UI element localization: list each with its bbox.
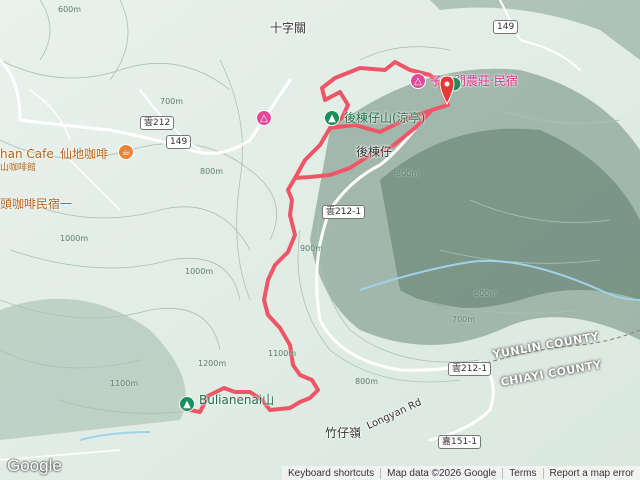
bed-icon[interactable]: △: [256, 110, 272, 126]
route-shield: 雲212-1: [448, 362, 492, 376]
terms-link[interactable]: Terms: [502, 467, 542, 479]
contour-label: 1100m: [110, 379, 139, 388]
contour-label: 1100m: [268, 349, 297, 358]
poi-label-cafe-en[interactable]: han Cafe: [0, 148, 54, 160]
google-logo: Google: [7, 456, 62, 475]
attribution-bar: Keyboard shortcuts Map data ©2026 Google…: [281, 466, 640, 480]
tree-icon[interactable]: ▲: [179, 396, 195, 412]
map-canvas[interactable]: 600m 700m 800m 800m 900m 1000m 1000m 110…: [0, 0, 640, 480]
contour-label: 600m: [58, 5, 82, 14]
poi-label-farm-stay[interactable]: 子休閒農莊‧民宿: [430, 75, 518, 87]
contour-label: 700m: [452, 315, 476, 324]
place-label-hou-dong[interactable]: 後棟仔: [356, 146, 392, 158]
poi-label-peak[interactable]: 後棟仔山(涼亭): [344, 112, 425, 124]
map-data-text: Map data ©2026 Google: [380, 467, 502, 479]
poi-label-homestay[interactable]: 頭咖啡民宿一: [0, 198, 72, 210]
bed-icon[interactable]: △: [410, 73, 426, 89]
contour-label: 800m: [396, 169, 420, 178]
contour-label: 1200m: [198, 359, 227, 368]
contour-label: 800m: [355, 377, 379, 386]
contour-label: 1000m: [60, 234, 89, 243]
contour-label: 700m: [160, 97, 184, 106]
poi-label-cafe-zh[interactable]: 仙地咖啡: [60, 148, 108, 160]
route-shield: 雲212: [140, 116, 175, 130]
route-shield: 雲212-1: [322, 205, 366, 219]
report-error-link[interactable]: Report a map error: [542, 467, 640, 479]
route-shield: 149: [166, 135, 192, 149]
contour-label: 1000m: [185, 267, 214, 276]
poi-label-trailhead[interactable]: Bulianenai山: [199, 394, 274, 406]
tree-icon[interactable]: ▲: [324, 110, 340, 126]
contour-label: 600m: [474, 289, 498, 298]
place-label-zhuzai-ling[interactable]: 竹仔嶺: [325, 427, 361, 439]
contour-label: 900m: [300, 244, 324, 253]
hiking-route: [183, 60, 450, 414]
contour-label: 800m: [200, 167, 224, 176]
place-label-shizi-guan[interactable]: 十字關: [270, 22, 306, 34]
coffee-icon[interactable]: ☕: [118, 144, 134, 160]
route-shield: 149: [493, 20, 519, 34]
route-shield: 嘉151-1: [438, 435, 482, 449]
keyboard-shortcuts-link[interactable]: Keyboard shortcuts: [282, 468, 380, 479]
poi-label-cafe-small[interactable]: 山咖啡館: [0, 164, 36, 173]
